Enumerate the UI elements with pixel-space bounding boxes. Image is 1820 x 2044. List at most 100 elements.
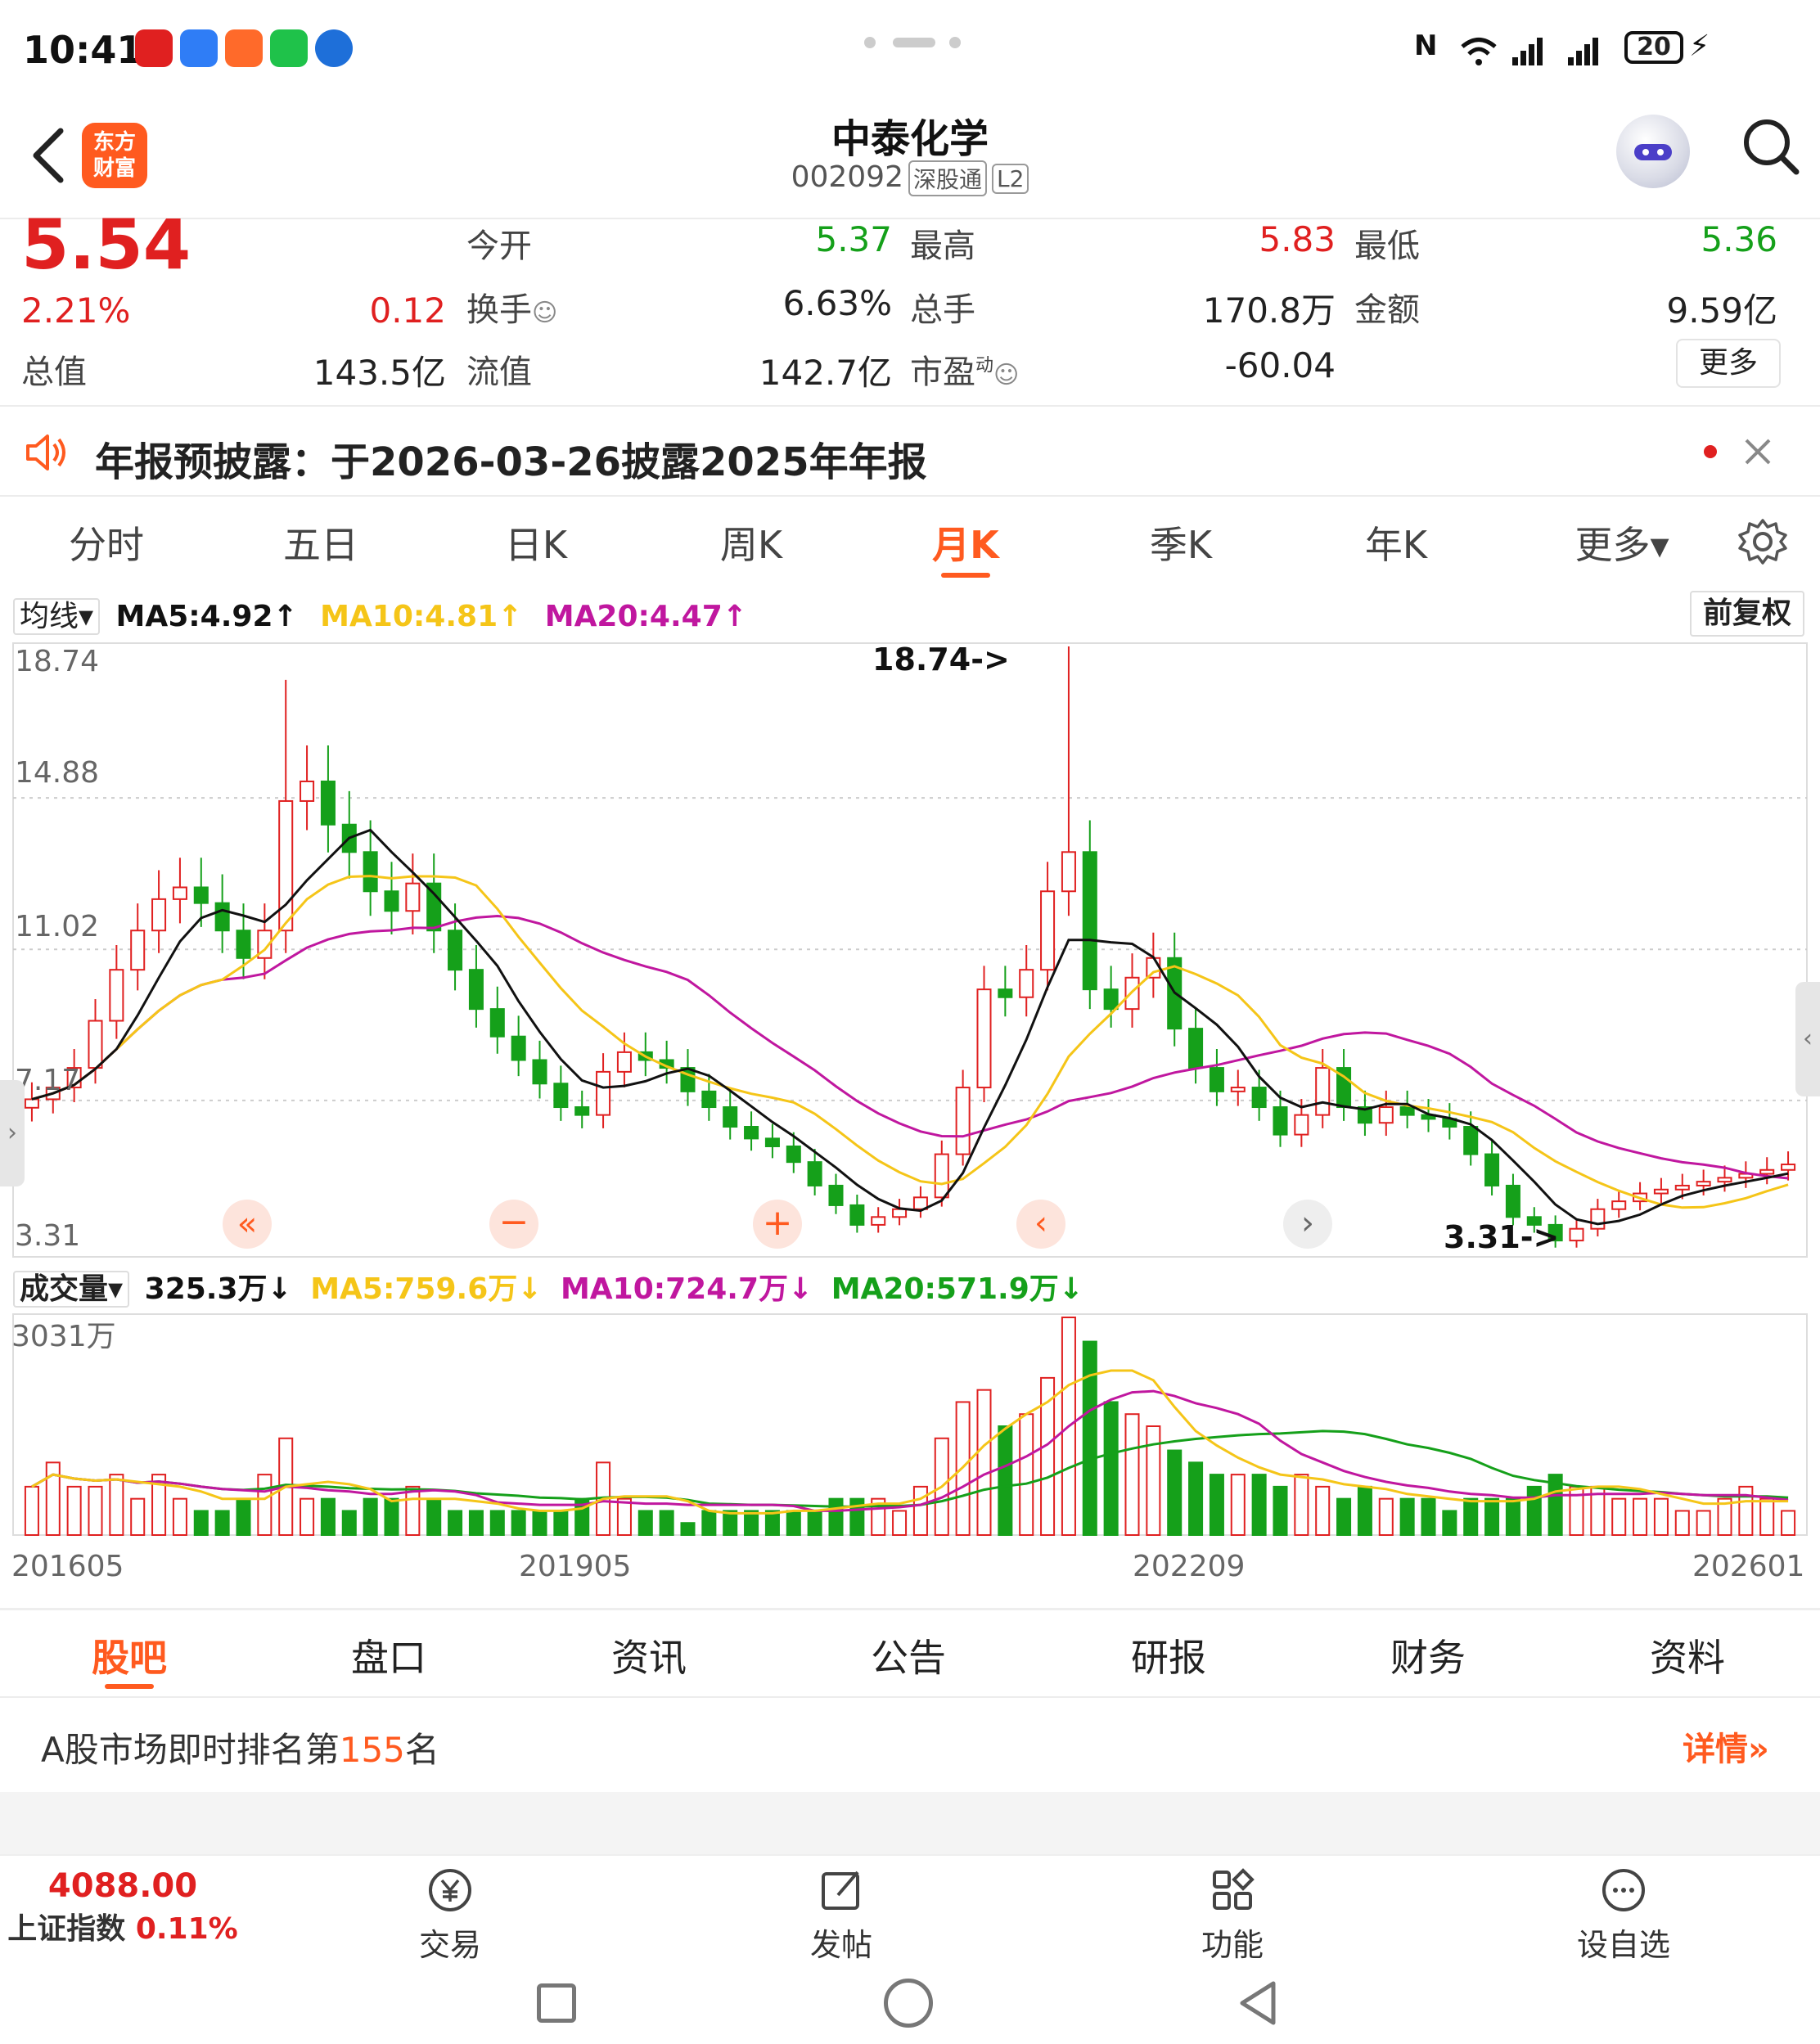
info-icon[interactable]: ☺	[532, 299, 557, 327]
index-widget[interactable]: 4088.00 上证指数 0.11%	[0, 1867, 246, 1947]
kline-chart[interactable]	[0, 638, 1820, 1260]
mktcap-value: 143.5亿	[313, 353, 446, 393]
tab-monthly-k[interactable]: 月K	[884, 516, 1047, 570]
volume-bar	[1230, 1474, 1246, 1536]
candle-body	[934, 1153, 949, 1199]
tab-order-book[interactable]: 盘口	[307, 1628, 471, 1682]
ranking-prefix: A股市场即时排名第	[41, 1730, 340, 1770]
status-time: 10:41	[23, 28, 143, 72]
amount-value: 9.59亿	[1666, 290, 1777, 331]
fast-rewind-button[interactable]: «	[223, 1200, 272, 1249]
candle-body	[807, 1161, 822, 1186]
tab-intraday[interactable]: 分时	[25, 516, 188, 570]
volume-bar	[1103, 1401, 1119, 1536]
tab-more-periods[interactable]: 更多▾	[1540, 516, 1704, 570]
tab-yearly-k[interactable]: 年K	[1314, 516, 1478, 570]
more-button[interactable]: 更多	[1676, 339, 1781, 388]
tab-profile[interactable]: 资料	[1606, 1628, 1769, 1682]
tab-quarterly-k[interactable]: 季K	[1099, 516, 1263, 570]
tab-forum[interactable]: 股吧	[47, 1628, 211, 1682]
tab-five-day[interactable]: 五日	[239, 516, 403, 570]
volume-chart[interactable]	[0, 1309, 1820, 1547]
nav-trade[interactable]: 交易	[368, 1866, 532, 1965]
ranking-detail-link[interactable]: 详情»	[1683, 1722, 1769, 1770]
market-ranking: A股市场即时排名第155名	[41, 1722, 439, 1772]
index-change: 0.11%	[135, 1912, 238, 1946]
candle-body	[1674, 1184, 1690, 1191]
content-tab-indicator	[105, 1684, 154, 1689]
system-back-button[interactable]	[1234, 1979, 1283, 2028]
volume-bar	[1336, 1497, 1352, 1537]
candle-body	[1146, 957, 1161, 979]
scroll-right-button[interactable]: ›	[1283, 1200, 1332, 1249]
close-notice-icon[interactable]	[1741, 435, 1774, 468]
adjust-button[interactable]: 前复权	[1690, 591, 1804, 637]
change-amount: 0.12	[369, 290, 446, 331]
volume-bar	[1484, 1497, 1500, 1537]
candle-body	[236, 930, 251, 959]
nav-add-watchlist[interactable]: 设自选	[1542, 1866, 1705, 1965]
tab-weekly-k[interactable]: 周K	[669, 516, 833, 570]
tab-financials[interactable]: 财务	[1346, 1628, 1510, 1682]
candle-body	[193, 886, 209, 904]
volume-bar	[320, 1497, 336, 1537]
candle-body	[1717, 1177, 1732, 1183]
ma-selector[interactable]: 均线▾	[13, 598, 101, 635]
volume-ma5: MA5:759.6万↓	[310, 1272, 543, 1306]
volume-bar	[998, 1425, 1013, 1536]
system-recents-button[interactable]	[537, 1983, 576, 2023]
video-app-icon	[225, 29, 263, 67]
candle-body	[300, 780, 315, 802]
notice-text[interactable]: 年报预披露：于2026-03-26披露2025年年报	[95, 430, 927, 487]
candle-body	[1781, 1164, 1796, 1171]
zoom-in-button[interactable]: +	[753, 1200, 802, 1249]
scroll-left-button[interactable]: ‹	[1016, 1200, 1065, 1249]
volume-bar	[1526, 1485, 1542, 1536]
tab-announcements[interactable]: 公告	[827, 1628, 990, 1682]
volume-bar	[363, 1497, 378, 1537]
pe-label-text: 市盈	[910, 353, 975, 391]
search-icon[interactable]	[1739, 115, 1804, 180]
assistant-robot-icon[interactable]	[1616, 115, 1690, 188]
y-tick-min: 3.31	[15, 1219, 81, 1253]
volume-bar	[214, 1510, 230, 1536]
zoom-out-button[interactable]: −	[489, 1200, 538, 1249]
ma-selector-label: 均线	[20, 600, 79, 633]
volume-bar	[1209, 1474, 1224, 1536]
x-label-3: 202209	[1133, 1550, 1246, 1583]
volume-current: 325.3万↓	[144, 1272, 292, 1306]
tab-daily-k[interactable]: 日K	[454, 516, 618, 570]
x-label-4: 202601	[1692, 1550, 1805, 1583]
pe-info-icon[interactable]: ☺	[993, 361, 1019, 389]
tab-news[interactable]: 资讯	[567, 1628, 731, 1682]
settings-gear-icon[interactable]	[1738, 517, 1787, 566]
volume-bar	[616, 1497, 632, 1537]
ranking-detail-label: 详情	[1683, 1731, 1748, 1768]
candle-body	[764, 1137, 780, 1147]
nav-add-watchlist-label: 设自选	[1576, 1927, 1670, 1963]
float-cap-value: 142.7亿	[759, 353, 892, 393]
y-tick-2: 14.88	[15, 756, 100, 790]
x-label-2: 201905	[519, 1550, 632, 1583]
stock-code-row: 002092 深股通 L2	[0, 160, 1820, 196]
candle-body	[1399, 1106, 1415, 1116]
candle-body	[532, 1059, 547, 1085]
trade-yen-icon	[429, 1869, 471, 1911]
candle-body	[1209, 1067, 1224, 1092]
system-home-button[interactable]	[884, 1979, 933, 2028]
section-gap	[0, 1792, 1820, 1854]
candle-body	[214, 902, 230, 932]
tab-research[interactable]: 研报	[1087, 1628, 1250, 1682]
volume-bar	[24, 1485, 39, 1536]
volume-value: 170.8万	[1202, 290, 1336, 331]
candle-body	[1082, 851, 1097, 991]
candle-body	[363, 851, 378, 893]
collapse-left-handle[interactable]: ›	[0, 1080, 25, 1186]
candle-body	[24, 1098, 39, 1109]
volume-selector[interactable]: 成交量▾	[13, 1271, 130, 1308]
nav-post[interactable]: 发帖	[759, 1866, 923, 1965]
pe-value: -60.04	[1224, 345, 1336, 385]
nav-functions[interactable]: 功能	[1151, 1866, 1314, 1965]
ranking-suffix: 名	[404, 1730, 439, 1770]
expand-right-handle[interactable]: ‹	[1795, 982, 1820, 1096]
